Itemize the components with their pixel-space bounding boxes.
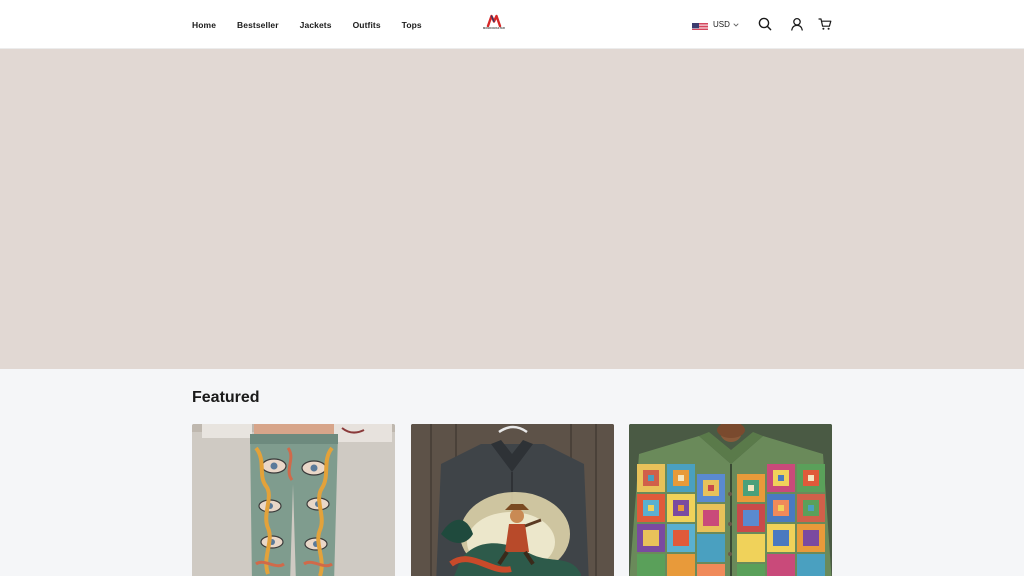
crochet-jacket-image <box>629 424 832 576</box>
nav-tops[interactable]: Tops <box>402 20 422 30</box>
main-nav: Home Bestseller Jackets Outfits Tops <box>192 0 443 49</box>
currency-selector[interactable]: USD <box>692 0 739 49</box>
user-icon <box>791 17 803 31</box>
us-flag-icon <box>692 20 708 30</box>
nav-home[interactable]: Home <box>192 20 216 30</box>
nav-bestseller[interactable]: Bestseller <box>237 20 279 30</box>
hero-banner[interactable] <box>0 49 1024 369</box>
site-header: Home Bestseller Jackets Outfits Tops MON… <box>0 0 1024 49</box>
nav-jackets[interactable]: Jackets <box>300 20 332 30</box>
chevron-down-icon <box>733 23 739 27</box>
eye-print-jeans-image <box>192 424 395 576</box>
featured-section: Featured <box>0 369 1024 576</box>
logo-text: MONDOMASTER <box>483 27 505 30</box>
cart-button[interactable] <box>817 16 833 32</box>
logo-mark-icon <box>486 14 502 27</box>
product-card[interactable] <box>411 424 614 576</box>
nav-outfits[interactable]: Outfits <box>353 20 381 30</box>
search-icon <box>758 17 772 31</box>
site-logo[interactable]: MONDOMASTER <box>479 14 509 32</box>
search-button[interactable] <box>757 16 773 32</box>
cart-icon <box>818 18 832 30</box>
product-card[interactable] <box>629 424 832 576</box>
currency-label: USD <box>713 20 730 29</box>
featured-title: Featured <box>192 389 260 406</box>
cowboy-print-shirt-image <box>411 424 614 576</box>
account-button[interactable] <box>789 16 805 32</box>
product-card[interactable] <box>192 424 395 576</box>
